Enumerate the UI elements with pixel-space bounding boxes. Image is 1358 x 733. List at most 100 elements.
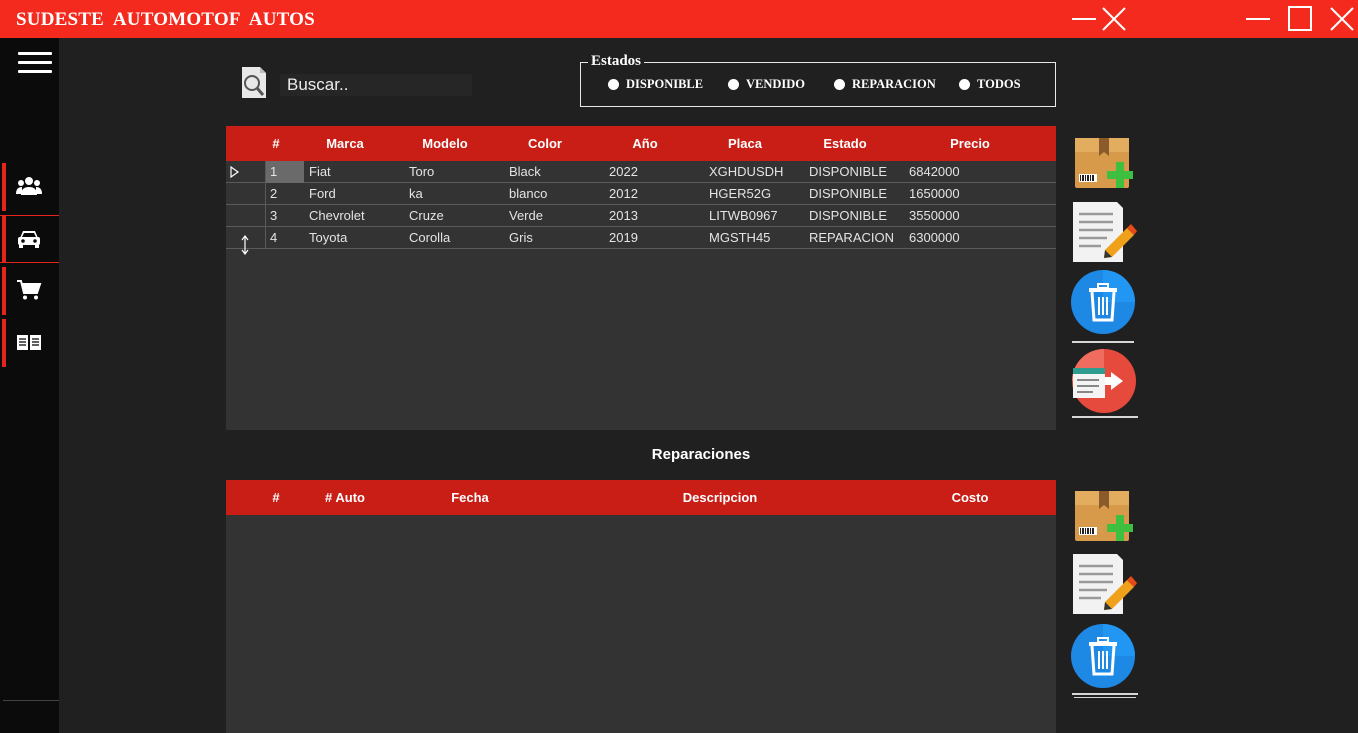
window-minimize-icon[interactable] <box>1244 4 1276 34</box>
sidebar-item-book[interactable] <box>0 319 59 367</box>
delete-underline <box>1072 341 1134 343</box>
row-header[interactable] <box>226 227 266 255</box>
radio-reparacion-dot <box>834 79 845 90</box>
edit-reparacion-button[interactable] <box>1071 552 1137 616</box>
reparaciones-table[interactable]: # # Auto Fecha Descripcion Costo <box>226 480 1056 733</box>
row-header[interactable] <box>226 161 266 183</box>
col-header-color[interactable]: Color <box>505 136 585 151</box>
col-header-auto[interactable]: # Auto <box>305 490 385 505</box>
cell-color: Gris <box>509 230 533 245</box>
cell-precio: 6842000 <box>909 164 960 179</box>
car-icon <box>18 231 40 248</box>
table-row[interactable]: 2 Ford ka blanco 2012 HGER52G DISPONIBLE… <box>226 183 1056 205</box>
sidebar-divider <box>3 700 59 701</box>
col-header-descripcion[interactable]: Descripcion <box>645 490 795 505</box>
estados-legend: Estados <box>588 53 645 70</box>
cell-estado: DISPONIBLE <box>809 208 888 223</box>
col-header-estado[interactable]: Estado <box>805 136 885 151</box>
col-header-num[interactable]: # <box>266 490 286 505</box>
users-icon <box>16 177 42 195</box>
sidebar-item-users[interactable] <box>0 163 59 211</box>
edit-auto-button[interactable] <box>1071 200 1137 264</box>
row-header[interactable] <box>226 183 266 205</box>
radio-todos-label: TODOS <box>977 77 1021 91</box>
radio-reparacion[interactable]: REPARACION <box>834 77 936 92</box>
cell-placa: HGER52G <box>709 186 772 201</box>
cell-modelo: Toro <box>409 164 435 179</box>
estados-filter: Estados DISPONIBLE VENDIDO REPARACION TO… <box>580 53 1056 107</box>
cell-color: Verde <box>509 208 543 223</box>
row-selector-icon <box>230 166 240 178</box>
table-row[interactable]: 1 Fiat Toro Black 2022 XGHDUSDH DISPONIB… <box>226 161 1056 183</box>
cell-marca: Ford <box>309 186 336 201</box>
radio-todos[interactable]: TODOS <box>959 77 1021 92</box>
autos-table[interactable]: # Marca Modelo Color Año Placa Estado Pr… <box>226 126 1056 430</box>
autos-table-header: # Marca Modelo Color Año Placa Estado Pr… <box>226 126 1056 161</box>
cell-precio: 6300000 <box>909 230 960 245</box>
cell-anio: 2012 <box>609 186 638 201</box>
radio-vendido-dot <box>728 79 739 90</box>
radio-todos-dot <box>959 79 970 90</box>
cell-placa: MGSTH45 <box>709 230 771 245</box>
reparaciones-table-header: # # Auto Fecha Descripcion Costo <box>226 480 1056 515</box>
col-header-costo[interactable]: Costo <box>920 490 1020 505</box>
book-icon <box>17 335 41 350</box>
cell-marca: Fiat <box>309 164 331 179</box>
add-reparacion-button[interactable] <box>1071 487 1137 545</box>
radio-vendido[interactable]: VENDIDO <box>728 77 805 92</box>
delete-reparacion-button[interactable] <box>1071 624 1137 690</box>
add-auto-button[interactable] <box>1071 134 1137 192</box>
col-header-marca[interactable]: Marca <box>305 136 385 151</box>
cell-estado: DISPONIBLE <box>809 186 888 201</box>
close-icon[interactable] <box>1098 4 1130 34</box>
radio-disponible[interactable]: DISPONIBLE <box>608 77 703 92</box>
reparaciones-title: Reparaciones <box>651 446 751 463</box>
delete-reparacion-underline <box>1072 693 1138 695</box>
cell-num: 1 <box>270 164 278 179</box>
search-icon[interactable] <box>238 66 270 100</box>
sidebar-item-cart[interactable] <box>0 267 59 315</box>
radio-disponible-label: DISPONIBLE <box>626 77 704 91</box>
cell-num: 4 <box>270 230 278 245</box>
radio-disponible-dot <box>608 79 619 90</box>
cell-anio: 2013 <box>609 208 638 223</box>
cell-estado: REPARACION <box>809 230 894 245</box>
cell-color: blanco <box>509 186 548 201</box>
cell-anio: 2019 <box>609 230 638 245</box>
col-header-placa[interactable]: Placa <box>705 136 785 151</box>
cart-icon <box>17 280 42 300</box>
search-input[interactable] <box>280 74 472 96</box>
col-header-fecha[interactable]: Fecha <box>430 490 510 505</box>
cell-modelo: Cruze <box>409 208 444 223</box>
repair-underline <box>1072 416 1138 418</box>
sidebar-item-cars[interactable] <box>0 215 59 263</box>
cell-precio: 1650000 <box>909 186 960 201</box>
radio-reparacion-label: REPARACION <box>852 77 936 91</box>
cell-marca: Chevrolet <box>309 208 365 223</box>
cell-estado: DISPONIBLE <box>809 164 888 179</box>
table-row[interactable]: 3 Chevrolet Cruze Verde 2013 LITWB0967 D… <box>226 205 1056 227</box>
col-header-anio[interactable]: Año <box>605 136 685 151</box>
cell-marca: Toyota <box>309 230 348 245</box>
menu-icon[interactable] <box>18 52 52 74</box>
col-header-modelo[interactable]: Modelo <box>405 136 485 151</box>
cell-modelo: ka <box>409 186 423 201</box>
cell-num: 2 <box>270 186 278 201</box>
delete-auto-button[interactable] <box>1071 270 1137 336</box>
resize-cursor-icon <box>241 235 249 255</box>
cell-modelo: Corolla <box>409 230 451 245</box>
maximize-icon[interactable] <box>1286 4 1318 34</box>
cell-precio: 3550000 <box>909 208 960 223</box>
col-header-precio[interactable]: Precio <box>905 136 1035 151</box>
table-row[interactable]: 4 Toyota Corolla Gris 2019 MGSTH45 REPAR… <box>226 227 1056 255</box>
row-header[interactable] <box>226 205 266 227</box>
cell-anio: 2022 <box>609 164 638 179</box>
send-to-repair-button[interactable] <box>1071 348 1137 414</box>
window-close-icon[interactable] <box>1326 4 1358 34</box>
title-bar: SUDESTE AUTOMOTOF AUTOS <box>0 0 1358 38</box>
sidebar <box>0 38 59 733</box>
col-header-num[interactable]: # <box>266 136 286 151</box>
radio-vendido-label: VENDIDO <box>746 77 806 91</box>
cell-placa: XGHDUSDH <box>709 164 784 179</box>
delete-reparacion-underline-2 <box>1074 697 1136 698</box>
